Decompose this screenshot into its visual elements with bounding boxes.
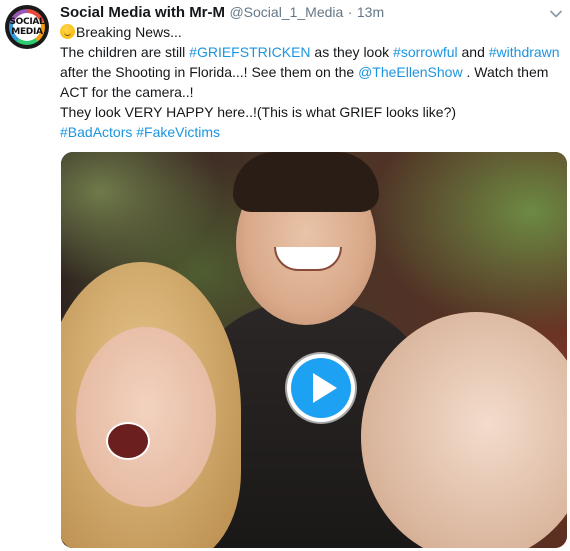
tweet-text-segment: They look VERY HAPPY here..!(This is wha… xyxy=(60,104,457,120)
tweet-line-3: after the Shooting in Florida...! See th… xyxy=(60,62,560,82)
video-person-left-face xyxy=(76,327,216,507)
tweet: SOCIAL MEDIA Social Media with Mr-M @Soc… xyxy=(0,0,570,551)
tweet-text-segment: ACT for the camera..! xyxy=(60,84,194,100)
mention-theellenshow[interactable]: @TheEllenShow xyxy=(358,64,463,80)
tweet-text-segment: . Watch them xyxy=(462,64,549,80)
video-person-left-mouth xyxy=(106,422,150,460)
separator-dot: · xyxy=(347,4,353,20)
tweet-text-segment: as they look xyxy=(310,44,394,60)
avatar-text-line1: SOCIAL xyxy=(9,17,45,27)
hashtag-sorrowful[interactable]: #sorrowful xyxy=(393,44,458,60)
avatar-logo-text: SOCIAL MEDIA xyxy=(5,17,49,37)
author-name[interactable]: Social Media with Mr-M xyxy=(60,4,225,21)
hashtag-fakevictims[interactable]: #FakeVictims xyxy=(136,124,220,140)
tweet-text-segment: and xyxy=(457,44,489,60)
tweet-line-2: The children are still #GRIEFSTRICKEN as… xyxy=(60,42,560,62)
chevron-down-icon[interactable] xyxy=(548,6,564,22)
play-icon xyxy=(313,373,337,403)
smirk-emoji-icon xyxy=(60,24,75,39)
tweet-text-segment: after the Shooting in Florida...! See th… xyxy=(60,64,359,80)
tweet-line-1-text: Breaking News... xyxy=(76,24,182,40)
tweet-line-5: They look VERY HAPPY here..!(This is wha… xyxy=(60,102,560,122)
tweet-header: Social Media with Mr-M @Social_1_Media ·… xyxy=(60,4,540,24)
tweet-line-1: Breaking News... xyxy=(60,22,560,42)
avatar[interactable]: SOCIAL MEDIA xyxy=(5,5,49,49)
video-person-center-hair xyxy=(233,152,379,212)
play-button[interactable] xyxy=(287,354,355,422)
hashtag-badactors[interactable]: #BadActors xyxy=(60,124,132,140)
video-media[interactable] xyxy=(61,152,567,548)
timestamp[interactable]: 13m xyxy=(357,4,384,20)
avatar-text-line2: MEDIA xyxy=(11,27,43,37)
author-handle[interactable]: @Social_1_Media xyxy=(229,4,343,20)
tweet-line-4: ACT for the camera..! xyxy=(60,82,560,102)
tweet-text-segment: The children are still xyxy=(60,44,190,60)
tweet-text: Breaking News... The children are still … xyxy=(60,22,560,142)
hashtag-griefstricken[interactable]: #GRIEFSTRICKEN xyxy=(189,44,310,60)
tweet-line-6: #BadActors #FakeVictims xyxy=(60,122,560,142)
hashtag-withdrawn[interactable]: #withdrawn xyxy=(489,44,560,60)
